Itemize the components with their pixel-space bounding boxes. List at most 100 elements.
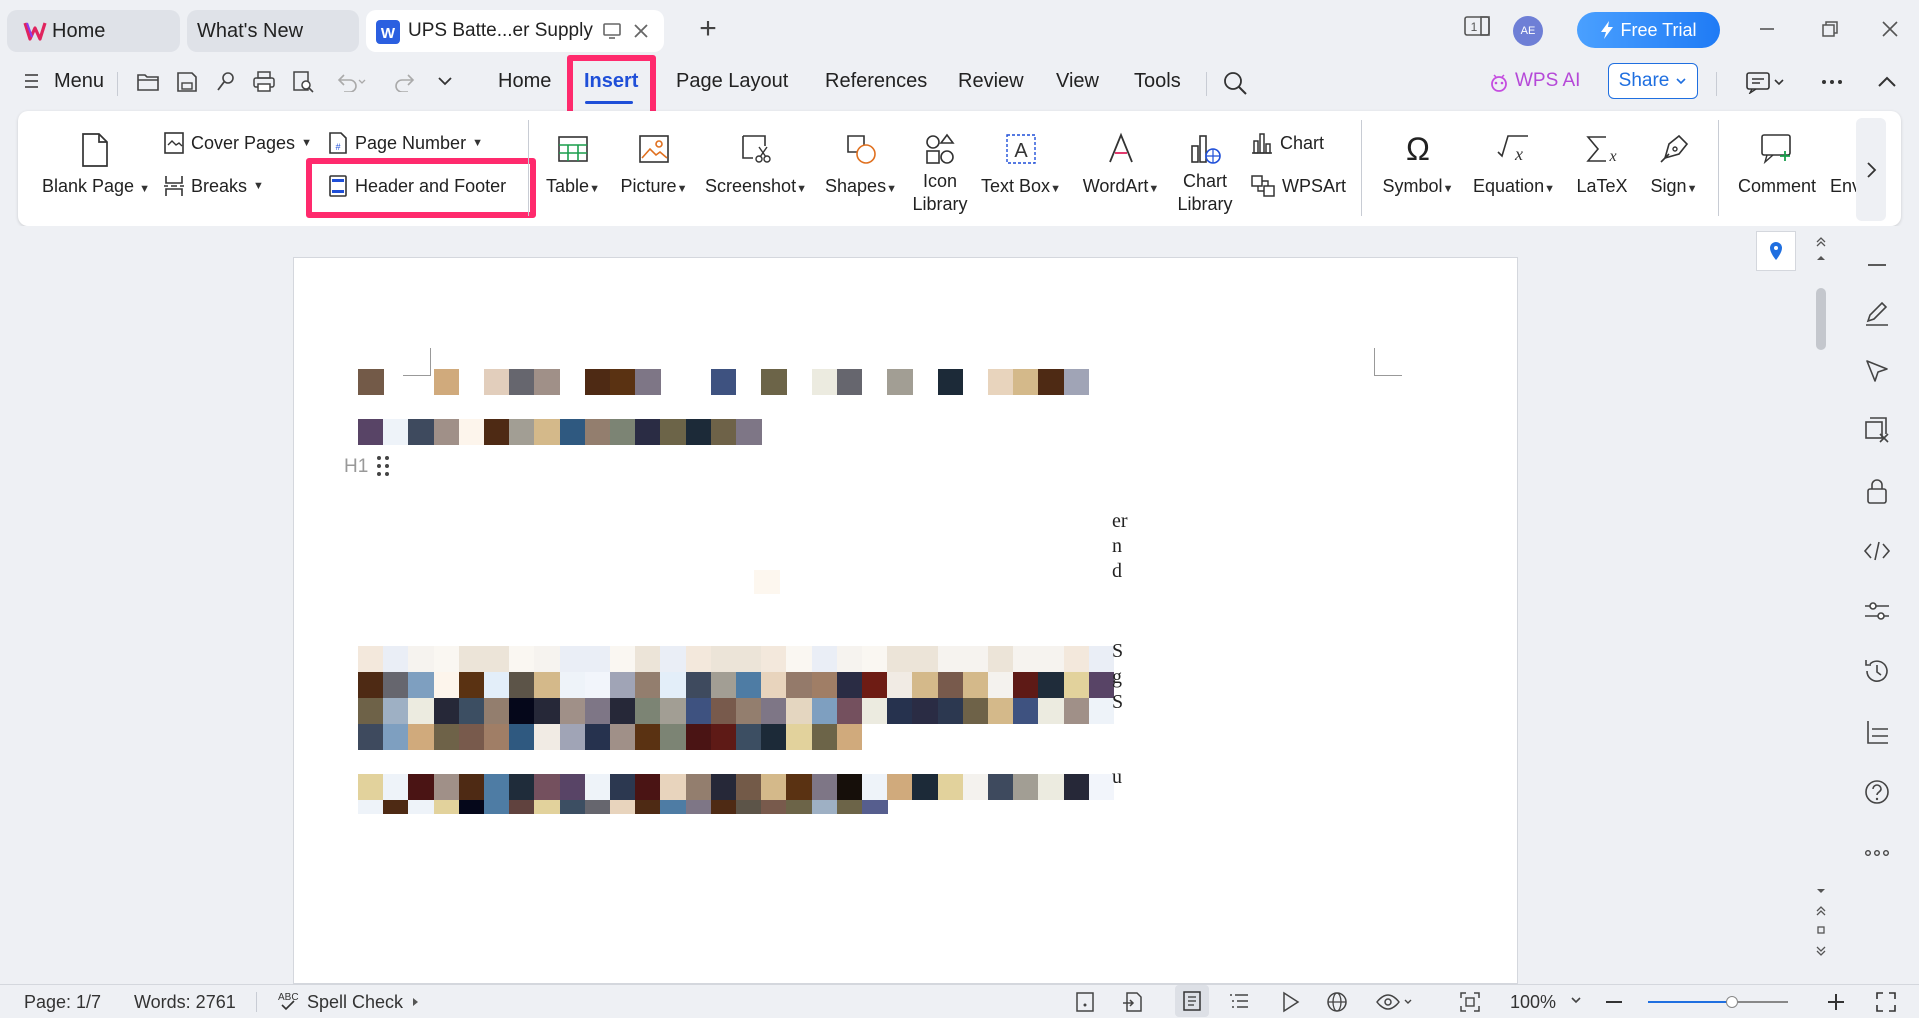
code-icon[interactable] [1860, 534, 1894, 568]
chevron-right-icon[interactable] [412, 997, 420, 1007]
equation-icon: x [1468, 132, 1560, 166]
cover-pages-button[interactable]: Cover Pages ▼ [163, 131, 312, 155]
format-painter-icon[interactable] [214, 70, 238, 94]
menu-item-tools[interactable]: Tools [1134, 70, 1181, 93]
new-tab-icon[interactable]: + [693, 14, 723, 44]
zoom-level[interactable]: 100% [1510, 992, 1556, 1013]
text-box-button[interactable]: A Text Box▼ [979, 132, 1063, 197]
redacted-block [458, 724, 485, 750]
menu-button[interactable]: Menu [54, 70, 104, 93]
wordart-button[interactable]: WordArt▼ [1076, 132, 1166, 197]
avatar[interactable]: AE [1513, 16, 1543, 46]
redacted-block [559, 646, 586, 672]
sliders-icon[interactable] [1860, 594, 1894, 628]
undo-icon[interactable] [336, 72, 366, 92]
zoom-in-icon[interactable] [1826, 992, 1846, 1012]
menu-item-view[interactable]: View [1056, 70, 1099, 93]
cursor-select-icon[interactable] [1860, 355, 1894, 389]
play-icon[interactable] [1278, 990, 1302, 1014]
share-button[interactable]: Share [1608, 63, 1698, 99]
comment-label: Comment [1737, 176, 1817, 196]
breaks-button[interactable]: Breaks ▼ [163, 174, 264, 198]
sign-button[interactable]: Sign▼ [1640, 132, 1708, 197]
spell-check-button[interactable]: Spell Check [307, 992, 403, 1013]
hamburger-icon[interactable] [24, 72, 40, 90]
pen-nib-icon [1640, 132, 1708, 166]
help-icon[interactable] [1860, 775, 1894, 809]
save-icon[interactable] [175, 70, 199, 94]
zoom-out-icon[interactable] [1606, 1001, 1622, 1003]
table-button[interactable]: Table▼ [543, 132, 603, 197]
wpsart-button[interactable]: WPSArt [1250, 174, 1346, 198]
redacted-block [811, 672, 838, 698]
picture-button[interactable]: Picture▼ [618, 132, 690, 197]
chevron-down-icon[interactable] [436, 74, 454, 88]
monitor-icon[interactable] [602, 22, 622, 40]
free-trial-button[interactable]: Free Trial [1577, 12, 1720, 48]
clear-format-icon[interactable] [1860, 414, 1894, 448]
outline-icon[interactable] [1860, 715, 1894, 749]
print-preview-icon[interactable] [291, 70, 315, 94]
scroll-bottom-controls-icon[interactable] [1814, 885, 1828, 971]
comment-icon[interactable] [1746, 72, 1786, 94]
fit-page-icon[interactable] [1458, 990, 1482, 1014]
export-icon[interactable] [1121, 990, 1145, 1014]
ribbon-scroll-right-icon[interactable] [1856, 118, 1886, 221]
tab-document[interactable]: W UPS Batte...er Supply [366, 10, 664, 52]
fullscreen-icon[interactable] [1874, 990, 1898, 1014]
open-folder-icon[interactable] [136, 70, 160, 94]
symbol-button[interactable]: Ω Symbol▼ [1376, 132, 1460, 197]
menu-item-page-layout[interactable]: Page Layout [676, 70, 788, 93]
minimize-pane-icon[interactable] [1860, 248, 1894, 282]
shapes-button[interactable]: Shapes▼ [822, 132, 900, 197]
blank-page-button[interactable]: Blank Page ▼ [42, 132, 150, 197]
search-icon[interactable] [1222, 70, 1248, 96]
print-icon[interactable] [252, 70, 276, 94]
word-count[interactable]: Words: 2761 [134, 992, 236, 1013]
menu-item-home[interactable]: Home [498, 70, 551, 93]
zoom-dropdown-icon[interactable] [1570, 997, 1582, 1005]
outline-view-icon[interactable] [1227, 990, 1251, 1014]
history-icon[interactable] [1860, 654, 1894, 688]
more-options-icon[interactable] [1820, 70, 1844, 94]
page-count-icon[interactable]: 1 [1463, 14, 1493, 38]
envelope-button[interactable]: Env [1830, 176, 1858, 197]
close-window-icon[interactable] [1875, 14, 1905, 44]
icon-library-button[interactable]: Icon Library [909, 132, 971, 216]
redacted-block [484, 774, 510, 800]
page-view-icon[interactable] [1175, 985, 1209, 1017]
pen-icon[interactable] [1860, 297, 1894, 331]
collapse-ribbon-icon[interactable] [1876, 70, 1898, 94]
menu-item-review[interactable]: Review [958, 70, 1024, 93]
comment-button[interactable]: Comment [1732, 132, 1822, 197]
redo-icon[interactable] [394, 72, 416, 92]
chart-button[interactable]: Chart [1250, 131, 1324, 155]
location-pin-icon[interactable] [1756, 231, 1796, 271]
equation-button[interactable]: x Equation▼ [1468, 132, 1560, 197]
page-indicator[interactable]: Page: 1/7 [24, 992, 101, 1013]
drag-handle-icon[interactable] [376, 455, 390, 477]
close-tab-icon[interactable] [632, 22, 650, 40]
wps-ai-button[interactable]: WPS AI [1515, 70, 1580, 92]
read-mode-icon[interactable] [1073, 990, 1097, 1014]
restore-icon[interactable] [1815, 14, 1845, 44]
eye-protection-icon[interactable] [1375, 990, 1415, 1014]
menu-item-references[interactable]: References [825, 70, 927, 93]
minimize-icon[interactable] [1752, 14, 1782, 44]
tab-home[interactable]: Home [7, 10, 180, 52]
document-page[interactable]: er n d Sg Su [293, 257, 1518, 984]
scrollbar-thumb[interactable] [1816, 288, 1826, 350]
redacted-block [1088, 646, 1115, 672]
page-number-button[interactable]: # Page Number ▼ [327, 131, 483, 155]
web-view-icon[interactable] [1325, 990, 1349, 1014]
chart-library-button[interactable]: Chart Library [1174, 132, 1236, 216]
latex-button[interactable]: x LaTeX [1572, 132, 1632, 197]
scroll-top-icon[interactable] [1814, 236, 1828, 266]
tab-whats-new[interactable]: What's New [187, 10, 359, 52]
more-tools-icon[interactable] [1860, 836, 1894, 870]
lock-icon[interactable] [1860, 474, 1894, 508]
zoom-slider-track[interactable] [1648, 996, 1788, 1008]
heading-marker[interactable]: H1 [344, 456, 368, 478]
screenshot-button[interactable]: Screenshot▼ [703, 132, 809, 197]
zoom-slider-thumb[interactable] [1726, 996, 1738, 1008]
